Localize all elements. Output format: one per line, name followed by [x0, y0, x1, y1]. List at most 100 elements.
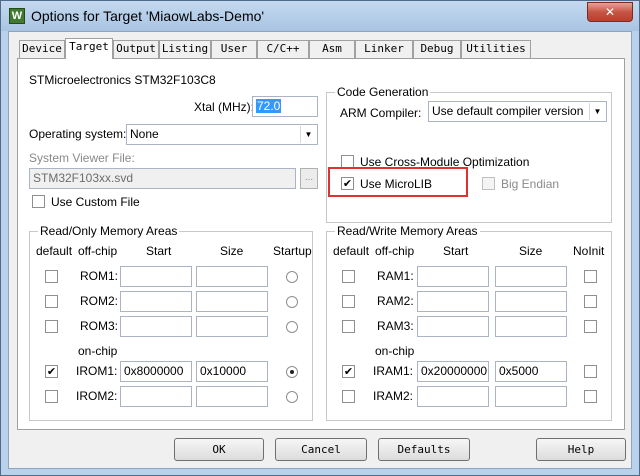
os-label: Operating system: — [29, 127, 127, 141]
ram3-default-checkbox[interactable] — [342, 320, 355, 333]
rw-header-offchip: off-chip — [375, 244, 415, 258]
ram2-noinit-checkbox[interactable] — [584, 295, 597, 308]
iram1-noinit-checkbox[interactable] — [584, 365, 597, 378]
xtal-input[interactable]: 72.0 — [252, 96, 318, 117]
rom1-start-input[interactable] — [120, 266, 192, 287]
tab-target[interactable]: Target — [65, 38, 113, 59]
iram1-label: IRAM1: — [373, 364, 414, 378]
help-button[interactable]: Help — [536, 438, 626, 461]
tab-utilities[interactable]: Utilities — [461, 40, 531, 58]
window-title: Options for Target 'MiaowLabs-Demo' — [31, 8, 265, 24]
iram2-start-input[interactable] — [417, 386, 489, 407]
ram1-label: RAM1: — [377, 269, 414, 283]
irom1-size-input[interactable]: 0x10000 — [196, 361, 268, 382]
irom1-startup-radio[interactable] — [286, 366, 298, 378]
iram2-size-input[interactable] — [495, 386, 567, 407]
ram2-size-input[interactable] — [495, 291, 567, 312]
iram2-noinit-checkbox[interactable] — [584, 390, 597, 403]
tab-output[interactable]: Output — [113, 40, 159, 58]
rom2-label: ROM2: — [80, 294, 119, 308]
rom3-start-input[interactable] — [120, 316, 192, 337]
tab-user[interactable]: User — [211, 40, 257, 58]
iram2-default-checkbox[interactable] — [342, 390, 355, 403]
chevron-down-icon: ▼ — [300, 126, 316, 143]
irom2-start-input[interactable] — [120, 386, 192, 407]
defaults-button[interactable]: Defaults — [378, 438, 470, 461]
ro-memory-group: Read/Only Memory Areas default off-chip … — [29, 224, 313, 421]
irom1-default-checkbox[interactable]: ✔ — [45, 365, 58, 378]
os-value: None — [130, 127, 159, 141]
tab-device[interactable]: Device — [19, 40, 65, 58]
use-custom-file-checkbox[interactable] — [32, 195, 45, 208]
rom2-start-input[interactable] — [120, 291, 192, 312]
rom1-size-input[interactable] — [196, 266, 268, 287]
rw-header-default: default — [333, 244, 370, 258]
ram3-start-input[interactable] — [417, 316, 489, 337]
tab-c-cpp[interactable]: C/C++ — [257, 40, 309, 58]
rw-memory-title: Read/Write Memory Areas — [335, 224, 480, 238]
svf-value: STM32F103xx.svd — [33, 171, 134, 185]
close-icon[interactable]: ✕ — [587, 2, 633, 22]
tab-listing[interactable]: Listing — [159, 40, 211, 58]
device-name: STMicroelectronics STM32F103C8 — [29, 73, 216, 87]
rom2-default-checkbox[interactable] — [45, 295, 58, 308]
rom2-startup-radio[interactable] — [286, 296, 298, 308]
irom2-startup-radio[interactable] — [286, 391, 298, 403]
title-bar[interactable]: W Options for Target 'MiaowLabs-Demo' ✕ — [1, 1, 639, 31]
use-custom-file-label: Use Custom File — [51, 195, 140, 209]
iram1-start-input[interactable]: 0x20000000 — [417, 361, 489, 382]
ram2-default-checkbox[interactable] — [342, 295, 355, 308]
chevron-down-icon: ▼ — [589, 103, 605, 120]
arm-compiler-select[interactable]: Use default compiler version ▼ — [428, 101, 607, 122]
ram2-label: RAM2: — [377, 294, 414, 308]
options-dialog: W Options for Target 'MiaowLabs-Demo' ✕ … — [0, 0, 640, 476]
ro-header-start: Start — [146, 244, 172, 258]
irom1-start-input[interactable]: 0x8000000 — [120, 361, 192, 382]
ram3-size-input[interactable] — [495, 316, 567, 337]
rom3-size-input[interactable] — [196, 316, 268, 337]
rom2-size-input[interactable] — [196, 291, 268, 312]
code-generation-group: Code Generation ARM Compiler: Use defaul… — [326, 85, 612, 223]
ram2-start-input[interactable] — [417, 291, 489, 312]
rom1-startup-radio[interactable] — [286, 271, 298, 283]
rw-header-start: Start — [443, 244, 469, 258]
os-select[interactable]: None ▼ — [126, 124, 318, 145]
ro-header-size: Size — [220, 244, 244, 258]
ram3-label: RAM3: — [377, 319, 414, 333]
iram1-default-checkbox[interactable]: ✔ — [342, 365, 355, 378]
tab-linker[interactable]: Linker — [355, 40, 413, 58]
iram1-size-input[interactable]: 0x5000 — [495, 361, 567, 382]
ram1-size-input[interactable] — [495, 266, 567, 287]
ok-button[interactable]: OK — [174, 438, 264, 461]
rom3-startup-radio[interactable] — [286, 321, 298, 333]
irom2-size-input[interactable] — [196, 386, 268, 407]
arm-compiler-value: Use default compiler version — [432, 104, 584, 118]
rom3-label: ROM3: — [80, 319, 119, 333]
ro-header-offchip: off-chip — [78, 244, 118, 258]
svf-label: System Viewer File: — [29, 151, 135, 165]
iram2-label: IRAM2: — [373, 389, 414, 403]
ro-memory-title: Read/Only Memory Areas — [38, 224, 180, 238]
ram1-noinit-checkbox[interactable] — [584, 270, 597, 283]
rom1-label: ROM1: — [80, 269, 119, 283]
rom3-default-checkbox[interactable] — [45, 320, 58, 333]
irom2-default-checkbox[interactable] — [45, 390, 58, 403]
big-endian-checkbox[interactable] — [482, 177, 495, 190]
xtal-label: Xtal (MHz): — [194, 100, 254, 114]
svf-browse-button[interactable]: ... — [300, 168, 318, 189]
ram3-noinit-checkbox[interactable] — [584, 320, 597, 333]
microlib-highlight-box — [328, 167, 468, 197]
rw-header-size: Size — [519, 244, 543, 258]
target-panel: STMicroelectronics STM32F103C8 Xtal (MHz… — [17, 58, 625, 430]
tab-debug[interactable]: Debug — [413, 40, 461, 58]
cancel-button[interactable]: Cancel — [275, 438, 367, 461]
rw-onchip-label: on-chip — [375, 344, 415, 358]
dialog-client: Device Target Output Listing User C/C++ … — [8, 31, 632, 469]
tab-asm[interactable]: Asm — [309, 40, 355, 58]
ram1-start-input[interactable] — [417, 266, 489, 287]
rom1-default-checkbox[interactable] — [45, 270, 58, 283]
ram1-default-checkbox[interactable] — [342, 270, 355, 283]
code-generation-title: Code Generation — [335, 85, 431, 99]
app-icon: W — [9, 8, 25, 24]
svf-input[interactable]: STM32F103xx.svd — [29, 168, 296, 189]
